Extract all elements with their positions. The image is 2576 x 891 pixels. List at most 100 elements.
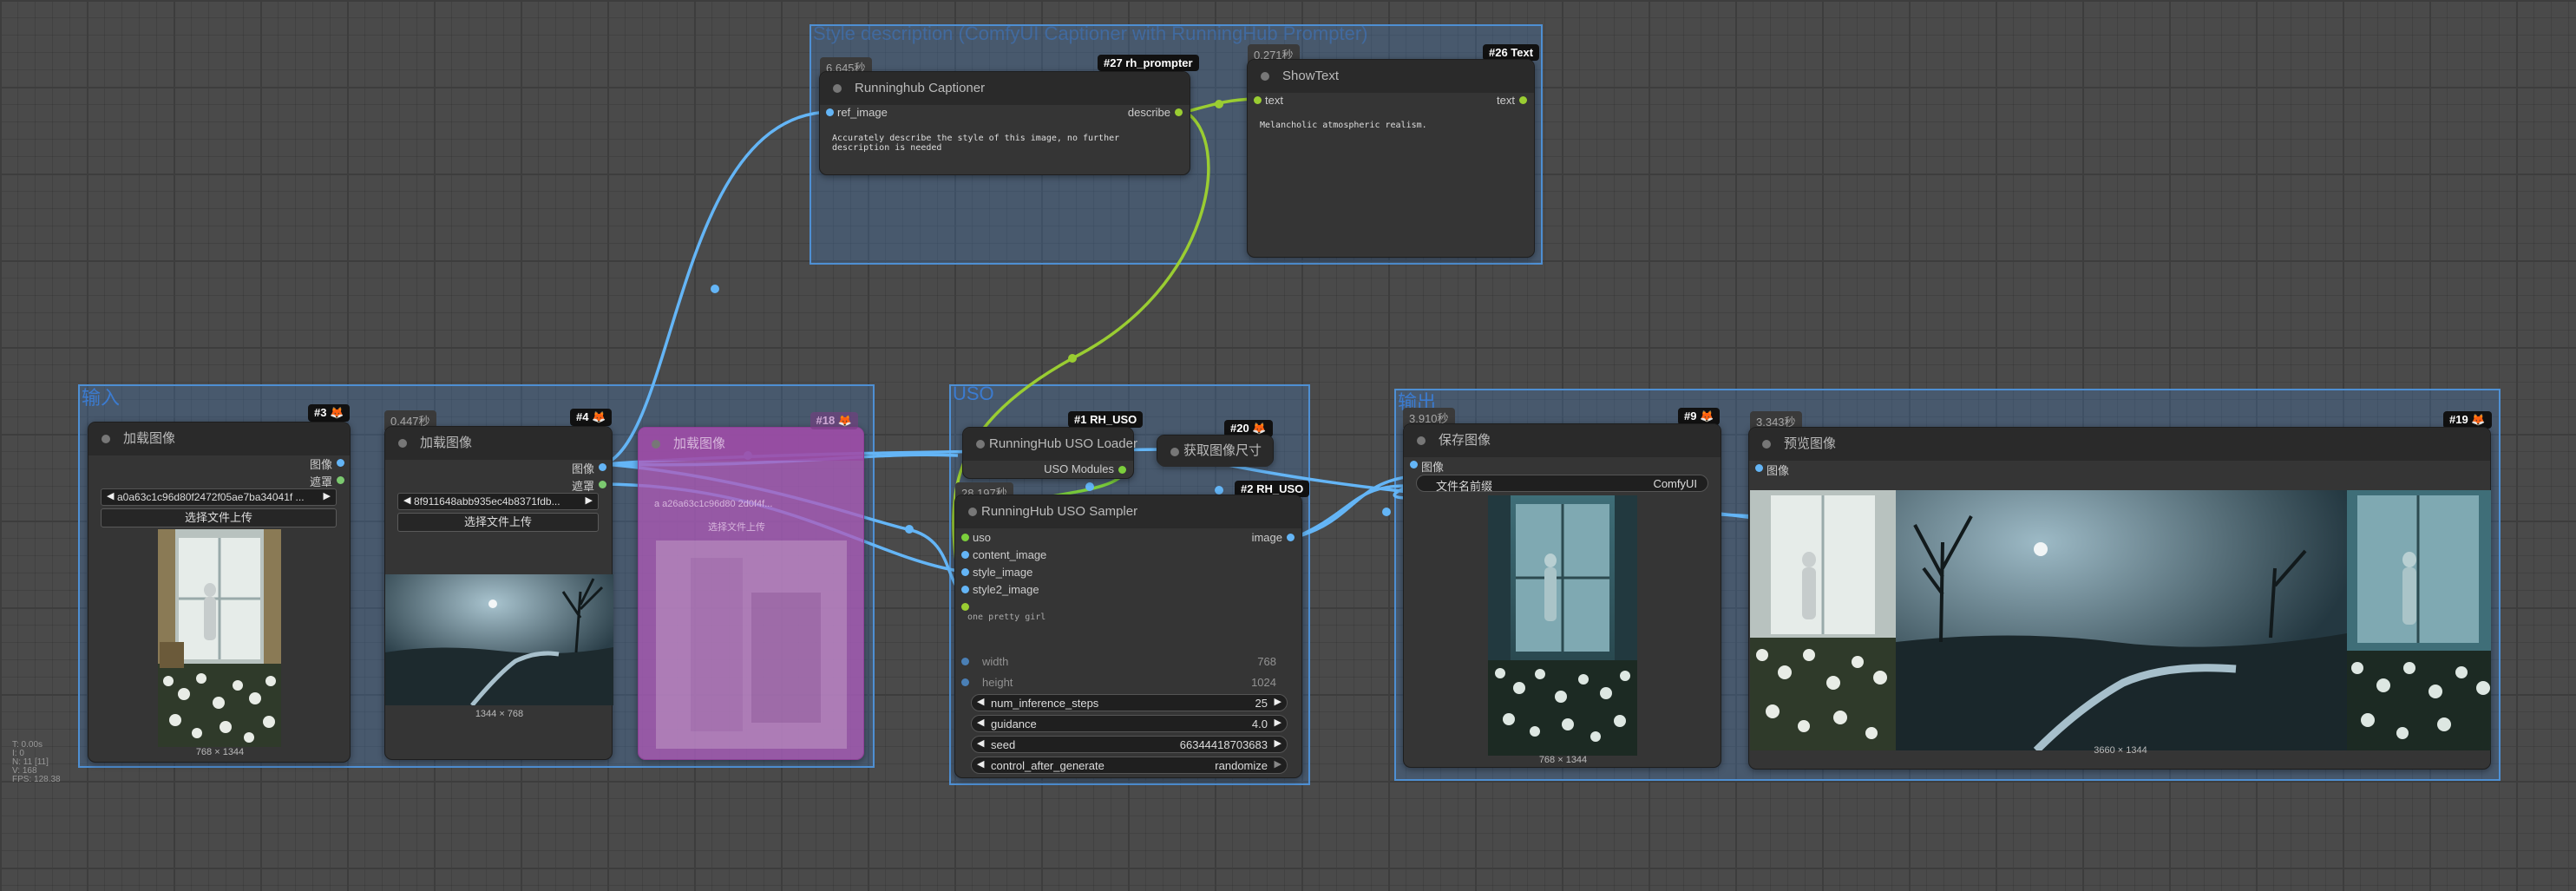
room-statue-image <box>158 529 281 747</box>
text-display: Melancholic atmospheric realism. <box>1260 121 1427 130</box>
stat-fps: FPS: 128.38 <box>12 775 61 784</box>
node-title[interactable]: 保存图像 <box>1404 424 1721 457</box>
node-save-image[interactable]: 保存图像 图像 文件名前缀 ComfyUI 768 × 1344 <box>1403 423 1721 768</box>
output-dot-image[interactable] <box>1287 534 1295 541</box>
seed-value: 66344418703683 <box>1179 738 1268 751</box>
node-load-image-bypassed[interactable]: 加载图像 #18 🦊 a a26a63c1c96d80 2d0f4f... 选择… <box>638 412 864 760</box>
guidance-widget[interactable]: ◀ guidance 4.0 ▶ <box>971 715 1288 732</box>
image-dimensions: 768 × 1344 <box>195 747 245 757</box>
input-dot-text[interactable] <box>1254 96 1262 104</box>
output-dot-mask[interactable] <box>599 481 606 488</box>
filename-prefix-value: ComfyUI <box>1653 477 1697 490</box>
image-file-selector[interactable]: ◀ 8f911648abb935ec4b8371fdb... ▶ <box>397 493 599 510</box>
node-preview-image[interactable]: 预览图像 图像 3660 × 1344 <box>1748 427 2491 770</box>
filename-prefix-widget[interactable]: 文件名前缀 ComfyUI <box>1416 475 1708 493</box>
steps-value: 25 <box>1255 697 1268 710</box>
input-label-style-image: style_image <box>973 566 1033 579</box>
output-label-image: image <box>1251 531 1282 544</box>
seed-widget[interactable]: ◀ seed 66344418703683 ▶ <box>971 736 1288 753</box>
image-dimensions: 768 × 1344 <box>1538 755 1588 765</box>
input-dot-style-image[interactable] <box>961 568 969 576</box>
file-name: 8f911648abb935ec4b8371fdb... <box>414 495 560 508</box>
height-value: 1024 <box>1251 676 1276 689</box>
node-title[interactable]: 加载图像 <box>88 423 350 455</box>
output-dot-image[interactable] <box>337 459 344 467</box>
input-label-image: 图像 <box>1421 461 1445 474</box>
decrement-arrow-icon[interactable]: ◀ <box>977 717 984 728</box>
input-dot-image[interactable] <box>1755 464 1763 472</box>
arrow-right-icon[interactable]: ▶ <box>324 490 331 501</box>
arrow-right-icon[interactable]: ▶ <box>586 495 593 506</box>
input-dot-ref-image[interactable] <box>826 108 834 116</box>
node-showtext[interactable]: ShowText text text Melancholic atmospher… <box>1247 59 1535 258</box>
node-title[interactable]: 加载图像 <box>639 428 863 461</box>
node-load-image-1[interactable]: 加载图像 图像 遮罩 ◀ a0a63c1c96d80f2472f05ae7ba3… <box>88 422 351 763</box>
increment-arrow-icon[interactable]: ▶ <box>1275 696 1281 707</box>
node-title[interactable]: Runninghub Captioner <box>820 72 1190 105</box>
node-title[interactable]: RunningHub USO Sampler <box>955 495 1301 528</box>
increment-arrow-icon[interactable]: ▶ <box>1275 717 1281 728</box>
width-widget: width 768 <box>971 652 1288 670</box>
node-id-badge: #4 🦊 <box>570 409 613 426</box>
input-dot-prompt[interactable] <box>961 603 969 611</box>
control-after-generate-widget[interactable]: ◀ control_after_generate randomize ▶ <box>971 757 1288 774</box>
control-label: control_after_generate <box>991 759 1104 772</box>
input-dot-uso[interactable] <box>961 534 969 541</box>
input-dot-height[interactable] <box>961 678 969 686</box>
bypassed-file-text: a a26a63c1c96d80 2d0f4f... <box>654 499 773 509</box>
decrement-arrow-icon[interactable]: ◀ <box>977 737 984 749</box>
steps-label: num_inference_steps <box>991 697 1099 710</box>
node-title[interactable]: RunningHub USO Loader <box>963 428 1137 461</box>
node-runninghub-captioner[interactable]: Runninghub Captioner ref_image describe … <box>819 71 1190 175</box>
decrement-arrow-icon[interactable]: ◀ <box>977 758 984 770</box>
output-dot-describe[interactable] <box>1175 108 1183 116</box>
group-title: Style description (ComfyUI Captioner wit… <box>813 23 1368 44</box>
input-dot-image[interactable] <box>1410 461 1418 468</box>
output-image-preview <box>1488 495 1637 756</box>
upload-button[interactable]: 选择文件上传 <box>397 513 599 532</box>
node-uso-loader[interactable]: RunningHub USO Loader USO Modules <box>962 427 1137 479</box>
input-label-uso: uso <box>973 531 991 544</box>
height-widget: height 1024 <box>971 673 1288 691</box>
input-dot-style2-image[interactable] <box>961 586 969 593</box>
input-dot-width[interactable] <box>961 658 969 665</box>
node-load-image-2[interactable]: 加载图像 图像 遮罩 ◀ 8f911648abb935ec4b8371fdb..… <box>384 426 613 760</box>
bypassed-upload-text: 选择文件上传 <box>708 522 765 533</box>
decrement-arrow-icon[interactable]: ◀ <box>977 696 984 707</box>
arrow-left-icon[interactable]: ◀ <box>403 495 410 506</box>
output-image <box>1488 495 1637 756</box>
width-value: 768 <box>1257 655 1276 668</box>
node-title[interactable]: 获取图像尺寸 <box>1157 436 1273 467</box>
combined-preview-image <box>1750 490 2491 750</box>
arrow-left-icon[interactable]: ◀ <box>107 490 114 501</box>
output-dot-mask[interactable] <box>337 476 344 484</box>
upload-button[interactable]: 选择文件上传 <box>101 508 337 527</box>
prompt-textarea[interactable]: one pretty girl <box>967 613 1045 622</box>
image-dimensions: 1344 × 768 <box>475 709 524 719</box>
increment-arrow-icon[interactable]: ▶ <box>1275 758 1281 770</box>
input-label-content-image: content_image <box>973 548 1047 561</box>
image-file-selector[interactable]: ◀ a0a63c1c96d80f2472f05ae7ba34041f ... ▶ <box>101 488 337 506</box>
image-dimensions: 3660 × 1344 <box>2094 745 2147 756</box>
node-title[interactable]: 加载图像 <box>385 427 612 460</box>
node-id-badge: #1 RH_USO <box>1068 411 1144 428</box>
output-label-mask: 遮罩 <box>571 480 594 493</box>
node-title[interactable]: 预览图像 <box>1749 428 2490 461</box>
node-get-image-size[interactable]: 获取图像尺寸 <box>1157 435 1274 467</box>
output-dot-uso-modules[interactable] <box>1118 466 1126 474</box>
output-label-text: text <box>1497 94 1515 107</box>
node-uso-sampler[interactable]: RunningHub USO Sampler uso content_image… <box>954 495 1302 778</box>
width-label: width <box>982 655 1009 668</box>
group-title: 输入 <box>82 387 121 409</box>
guidance-value: 4.0 <box>1251 717 1268 730</box>
input-dot-content-image[interactable] <box>961 551 969 559</box>
output-label-uso-modules: USO Modules <box>1044 462 1114 475</box>
node-title[interactable]: ShowText <box>1248 60 1534 93</box>
output-dot-text[interactable] <box>1519 96 1527 104</box>
increment-arrow-icon[interactable]: ▶ <box>1275 737 1281 749</box>
steps-widget[interactable]: ◀ num_inference_steps 25 ▶ <box>971 694 1288 711</box>
bypassed-image <box>656 540 847 749</box>
node-id-badge: #18 🦊 <box>810 412 858 429</box>
output-dot-image[interactable] <box>599 463 606 471</box>
prompt-textarea[interactable]: Accurately describe the style of this im… <box>832 134 1179 153</box>
